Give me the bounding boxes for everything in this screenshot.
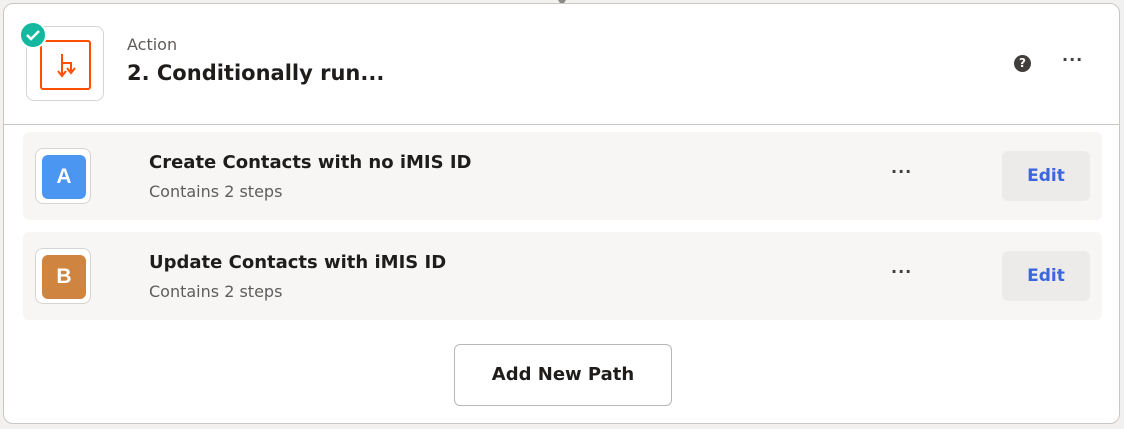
path-letter-badge: A [42, 155, 86, 199]
step-header[interactable]: Action 2. Conditionally run... ? ··· [4, 4, 1119, 125]
path-more-options-icon[interactable]: ··· [891, 164, 911, 182]
add-new-path-button[interactable]: Add New Path [454, 344, 672, 406]
edit-path-button[interactable]: Edit [1002, 251, 1090, 301]
path-name: Create Contacts with no iMIS ID [149, 152, 472, 173]
path-badge-frame: A [35, 148, 91, 204]
path-step-count: Contains 2 steps [149, 282, 283, 301]
path-name: Update Contacts with iMIS ID [149, 252, 447, 273]
path-row-a[interactable]: A Create Contacts with no iMIS ID Contai… [23, 132, 1102, 220]
path-letter-badge: B [42, 255, 86, 299]
path-more-options-icon[interactable]: ··· [891, 264, 911, 282]
step-type-label: Action [127, 35, 178, 54]
help-icon[interactable]: ? [1014, 55, 1031, 72]
step-title: 2. Conditionally run... [127, 61, 385, 85]
path-badge-frame: B [35, 248, 91, 304]
paths-icon [40, 40, 91, 90]
path-row-b[interactable]: B Update Contacts with iMIS ID Contains … [23, 232, 1102, 320]
path-step-count: Contains 2 steps [149, 182, 283, 201]
edit-path-button[interactable]: Edit [1002, 151, 1090, 201]
paths-step-card: Action 2. Conditionally run... ? ··· A C… [3, 3, 1120, 424]
status-check-icon [19, 21, 47, 49]
step-more-options-icon[interactable]: ··· [1062, 52, 1082, 71]
